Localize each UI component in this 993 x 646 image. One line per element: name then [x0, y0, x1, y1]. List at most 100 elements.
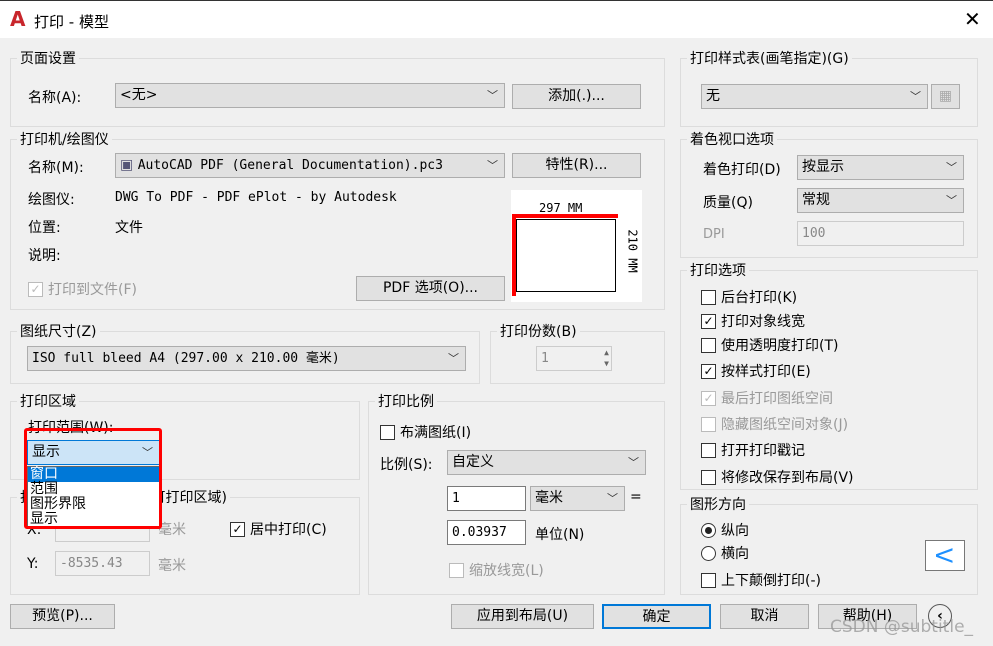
- value: 0.03937: [452, 525, 507, 540]
- label: DPI: [703, 227, 725, 242]
- label: 后台打印(K): [721, 290, 798, 306]
- value: AutoCAD PDF (General Documentation).pc3: [137, 158, 443, 173]
- value: 1: [452, 491, 460, 506]
- label: 布满图纸(I): [400, 425, 472, 441]
- checkbox-box: ✓: [701, 313, 716, 329]
- label: 打印到文件(F): [48, 282, 137, 298]
- checkbox-box: [380, 424, 395, 440]
- plotter-name-combo[interactable]: ▣ AutoCAD PDF (General Documentation).pc…: [115, 153, 505, 178]
- checkbox-box: ✓: [701, 390, 716, 406]
- label: 上下颠倒打印(-): [721, 573, 821, 589]
- height-dimension: 210 MM: [625, 229, 640, 273]
- checkbox-box: [701, 469, 716, 485]
- properties-button[interactable]: 特性(R)...: [512, 153, 641, 178]
- checkbox-box: [701, 572, 716, 588]
- window-title: 打印 - 模型: [34, 13, 109, 31]
- scale-value1-field[interactable]: 1: [447, 486, 526, 511]
- checkbox-box: [701, 337, 716, 353]
- preview-button[interactable]: 预览(P)...: [10, 604, 115, 629]
- value: 100: [802, 226, 826, 241]
- chevron-down-icon: ﹀: [487, 159, 498, 172]
- quality-combo[interactable]: 常规 ﹀: [797, 188, 964, 213]
- shade-plot-combo[interactable]: 按显示 ﹀: [797, 155, 964, 180]
- plot-to-file-checkbox[interactable]: ✓ 打印到文件(F): [28, 279, 137, 299]
- radio-dot: [701, 522, 716, 538]
- value: 1: [541, 351, 549, 366]
- plot-option-checkbox[interactable]: 隐藏图纸空间对象(J): [701, 414, 848, 434]
- scale-combo[interactable]: 自定义 ﹀: [447, 450, 646, 475]
- copies-spinner[interactable]: 1 ▲ ▼: [536, 346, 612, 371]
- paper-outline: [516, 219, 616, 292]
- plot-style-combo[interactable]: 无 ﹀: [701, 84, 928, 109]
- scale-unit-combo[interactable]: 毫米 ﹀: [530, 486, 625, 511]
- checkbox-box: [701, 416, 716, 432]
- checkbox-box: ✓: [28, 281, 43, 297]
- autocad-logo-icon: A: [10, 7, 26, 31]
- cancel-button[interactable]: 取消: [720, 604, 809, 629]
- group-title: 着色视口选项: [687, 129, 777, 149]
- equals-sign: =: [630, 489, 642, 505]
- chevron-down-icon: ﹀: [487, 89, 498, 102]
- label: 位置:: [28, 220, 61, 236]
- group-title: 打印份数(B): [497, 321, 580, 341]
- value: 按显示: [802, 159, 844, 175]
- checkbox-box: ✓: [230, 521, 245, 537]
- value: -8535.43: [60, 556, 123, 571]
- center-plot-checkbox[interactable]: ✓ 居中打印(C): [230, 519, 327, 539]
- printable-edge-left: [512, 214, 516, 296]
- label: 比例(S):: [380, 457, 433, 473]
- checkbox-box: [701, 442, 716, 458]
- chevron-down-icon: ﹀: [607, 492, 618, 505]
- label: 质量(Q): [703, 195, 753, 211]
- label: 绘图仪:: [28, 192, 75, 208]
- fit-to-paper-checkbox[interactable]: 布满图纸(I): [380, 422, 471, 442]
- plot-option-checkbox[interactable]: 使用透明度打印(T): [701, 335, 838, 355]
- chevron-down-icon: ﹀: [910, 90, 921, 103]
- pdf-options-button[interactable]: PDF 选项(O)...: [356, 276, 505, 301]
- dpi-field[interactable]: 100: [797, 221, 964, 246]
- checkbox-box: [449, 562, 464, 578]
- paper-size-combo[interactable]: ISO full bleed A4 (297.00 x 210.00 毫米) ﹀: [27, 346, 466, 371]
- unit: 毫米: [158, 558, 186, 574]
- label: Y:: [27, 556, 39, 572]
- label: 将修改保存到布局(V): [721, 470, 854, 486]
- scale-value2-field[interactable]: 0.03937: [447, 520, 526, 545]
- label: 说明:: [28, 248, 61, 264]
- ok-button[interactable]: 确定: [602, 604, 711, 629]
- upside-down-checkbox[interactable]: 上下颠倒打印(-): [701, 570, 821, 590]
- group-title: 图形方向: [687, 494, 749, 514]
- red-highlight-box: [24, 428, 162, 529]
- offset-y-field[interactable]: -8535.43: [55, 551, 150, 576]
- label: 隐藏图纸空间对象(J): [721, 417, 849, 433]
- chevron-down-icon: ﹀: [448, 352, 459, 365]
- group-title: 页面设置: [17, 48, 79, 68]
- plot-option-checkbox[interactable]: 后台打印(K): [701, 287, 797, 307]
- spin-arrows-icon[interactable]: ▲ ▼: [604, 347, 609, 369]
- printer-icon: ▣: [120, 157, 138, 173]
- label: 名称(M):: [28, 160, 84, 176]
- watermark: CSDN @subtitle_: [830, 617, 974, 637]
- plot-option-checkbox[interactable]: 打开打印戳记: [701, 440, 805, 460]
- label: 着色打印(D): [703, 162, 781, 178]
- paper-preview: 297 MM 210 MM: [511, 190, 642, 302]
- edit-style-button[interactable]: ▦: [931, 84, 960, 109]
- group-title: 打印区域: [17, 391, 79, 411]
- label: 使用透明度打印(T): [721, 338, 839, 354]
- page-setup-name-combo[interactable]: <无> ﹀: [115, 83, 505, 108]
- plot-option-checkbox[interactable]: 将修改保存到布局(V): [701, 467, 854, 487]
- scale-lineweights-checkbox[interactable]: 缩放线宽(L): [449, 560, 544, 580]
- width-dimension: 297 MM: [539, 201, 583, 215]
- label: 打印对象线宽: [721, 314, 805, 330]
- add-button[interactable]: 添加(.)...: [512, 84, 641, 109]
- plot-option-checkbox[interactable]: ✓ 最后打印图纸空间: [701, 388, 833, 408]
- chevron-down-icon: ﹀: [628, 456, 639, 469]
- label: 横向: [721, 546, 749, 562]
- apply-to-layout-button[interactable]: 应用到布局(U): [451, 604, 594, 629]
- close-icon[interactable]: ✕: [964, 7, 981, 31]
- plot-option-checkbox[interactable]: ✓ 打印对象线宽: [701, 311, 805, 331]
- edit-table-icon: ▦: [938, 88, 953, 104]
- plot-option-checkbox[interactable]: ✓ 按样式打印(E): [701, 361, 811, 381]
- portrait-radio[interactable]: 纵向: [701, 520, 749, 540]
- landscape-radio[interactable]: 横向: [701, 543, 749, 563]
- label: 纵向: [721, 523, 749, 539]
